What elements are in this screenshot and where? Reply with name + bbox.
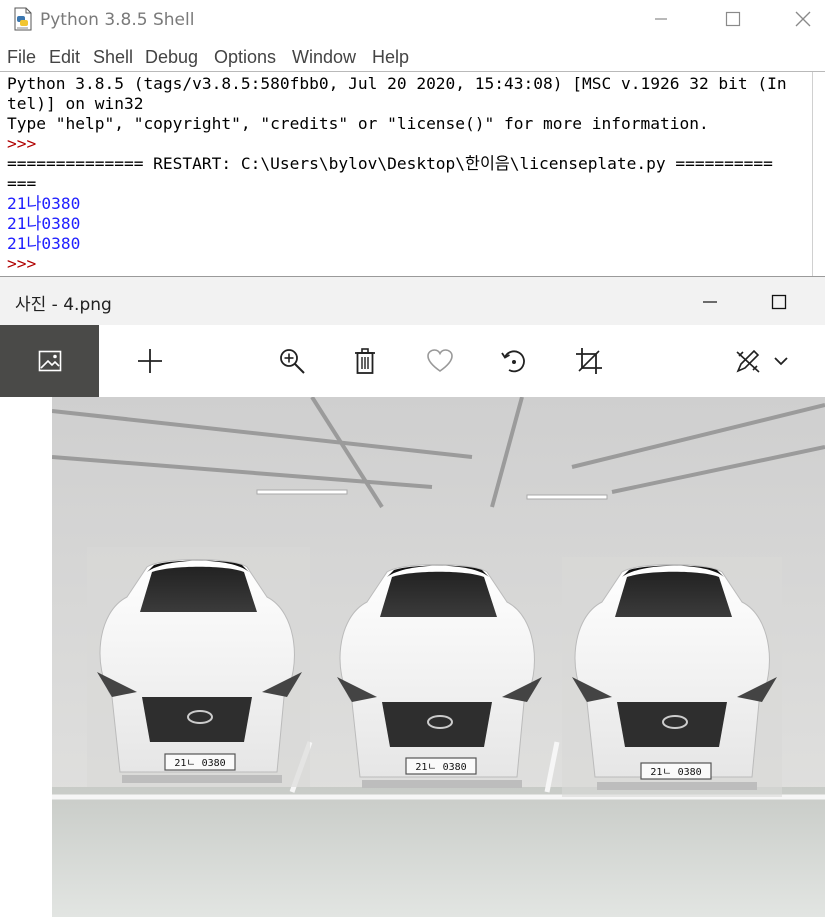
close-icon [795,11,811,27]
shell-text-area[interactable]: Python 3.8.5 (tags/v3.8.5:580fbb0, Jul 2… [0,71,825,277]
edit-create-button[interactable] [730,343,766,379]
photos-window: 사진 - 4.png 21ㄴ 0380 21ㄴ 0380 21ㄴ 0380 [0,277,825,917]
delete-button[interactable] [347,343,383,379]
photo-license-plates: 21ㄴ 0380 21ㄴ 0380 21ㄴ 0380 [52,397,825,917]
close-button[interactable] [780,4,825,34]
zoom-button[interactable] [274,343,310,379]
menu-file[interactable]: File [7,47,36,68]
car-3: 21ㄴ 0380 [562,557,782,797]
menu-edit[interactable]: Edit [49,47,80,68]
image-icon [38,350,61,372]
photos-titlebar[interactable]: 사진 - 4.png [0,277,825,325]
crop-button[interactable] [571,343,607,379]
license-plate-3: 21ㄴ 0380 [650,767,701,778]
view-image-button[interactable] [0,325,99,397]
shell-scrollbar[interactable] [812,72,813,276]
window-title: Python 3.8.5 Shell [40,10,195,30]
menu-bar: File Edit Shell Debug Options Window Hel… [0,44,825,70]
add-button[interactable] [132,343,168,379]
minimize-icon [655,18,667,20]
shell-output-line: 21나0380 [7,234,81,253]
photo-viewer[interactable]: 21ㄴ 0380 21ㄴ 0380 21ㄴ 0380 [0,397,825,917]
menu-debug[interactable]: Debug [145,47,198,68]
photos-window-title: 사진 - 4.png [15,295,112,315]
license-plate-2: 21ㄴ 0380 [415,762,466,773]
car-1: 21ㄴ 0380 [87,547,310,787]
favorite-button[interactable] [422,343,458,379]
menu-options[interactable]: Options [214,47,276,68]
add-icon [138,349,162,373]
zoom-in-icon [280,349,305,374]
shell-prompt: >>> [7,254,46,273]
photos-maximize-button[interactable] [756,287,802,317]
menu-help[interactable]: Help [372,47,409,68]
idle-titlebar[interactable]: Python 3.8.5 Shell [0,0,825,40]
photos-minimize-button[interactable] [687,287,733,317]
shell-restart-line: ============== RESTART: C:\Users\bylov\D… [7,154,773,173]
rotate-button[interactable] [496,343,532,379]
photos-toolbar [0,325,825,397]
delete-icon [355,348,375,374]
shell-line: tel)] on win32 [7,94,144,113]
python-file-icon [14,7,32,31]
shell-output-line: 21나0380 [7,194,81,213]
edit-icon [736,349,760,373]
chevron-down-icon [774,357,788,366]
shell-prompt: >>> [7,134,46,153]
maximize-icon [771,294,787,310]
minimize-button[interactable] [638,4,684,34]
maximize-icon [725,11,741,27]
shell-output-line: 21나0380 [7,214,81,233]
idle-shell-window: Python 3.8.5 Shell File Edit Shell Debug… [0,0,825,277]
shell-line: Python 3.8.5 (tags/v3.8.5:580fbb0, Jul 2… [7,74,787,93]
more-edit-options-button[interactable] [763,343,799,379]
favorite-icon [427,349,453,372]
license-plate-1: 21ㄴ 0380 [174,758,225,769]
shell-line: Type "help", "copyright", "credits" or "… [7,114,709,133]
shell-line: === [7,174,37,193]
menu-window[interactable]: Window [292,47,356,68]
maximize-button[interactable] [710,4,756,34]
crop-icon [576,348,602,374]
parking-garage-photo: 21ㄴ 0380 21ㄴ 0380 21ㄴ 0380 [52,397,825,917]
minimize-icon [703,301,717,303]
menu-shell[interactable]: Shell [93,47,133,68]
rotate-icon [501,350,525,373]
